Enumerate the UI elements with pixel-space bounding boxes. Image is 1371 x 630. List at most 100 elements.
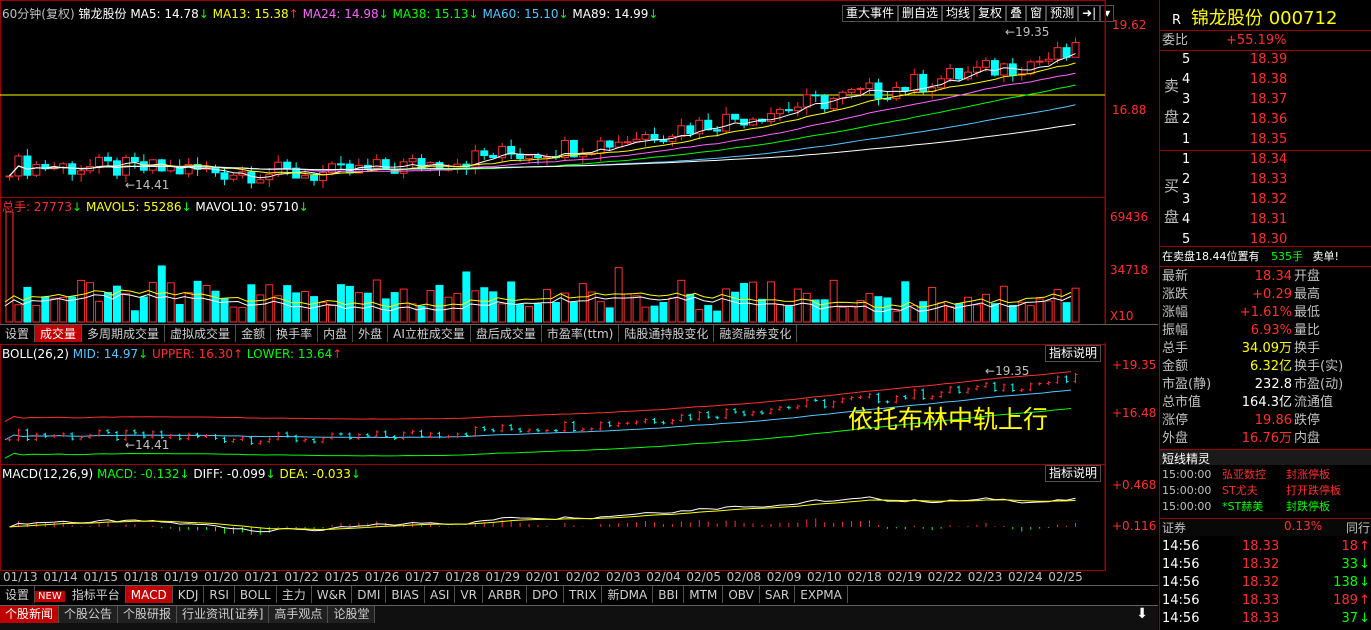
indicator-tab-12[interactable]: ARBR (483, 586, 528, 603)
indicator-tab-17[interactable]: MTM (684, 586, 724, 603)
volume-tab-3[interactable]: 虚拟成交量 (165, 325, 237, 342)
indicator-tab-13[interactable]: DPO (527, 586, 564, 603)
stat-label-2: 流通值 (1294, 395, 1334, 410)
sell-row[interactable]: 5 18.39 (1160, 51, 1370, 69)
sprite-title[interactable]: 短线精灵 (1162, 452, 1210, 466)
sector-extra[interactable]: 同行 (1346, 519, 1370, 536)
low-price-mark: ←14.41 (125, 178, 170, 192)
date-label: 02/19 (887, 570, 922, 584)
indicator-tab-7[interactable]: W&R (312, 586, 353, 603)
candle-body (68, 163, 77, 175)
indicator-tab-10[interactable]: ASI (425, 586, 456, 603)
news-tab-2[interactable]: 个股研报 (118, 606, 178, 623)
volume-bar (946, 306, 955, 323)
stat-value: 19.86 (1254, 413, 1292, 428)
candle-body (283, 161, 292, 169)
macd-label[interactable]: MACD(12,26,9) (2, 467, 93, 481)
volume-tab-4[interactable]: 金额 (236, 325, 272, 342)
volume-header: 总手: 27773↓ MAVOL5: 55286↓ MAVOL10: 95710… (2, 199, 309, 215)
indicator-tab-1[interactable]: 指标平台 (67, 586, 126, 603)
news-tab-1[interactable]: 个股公告 (59, 606, 119, 623)
candle-body (605, 140, 614, 148)
indicator-tab-3[interactable]: KDJ (173, 586, 205, 603)
position-alert: 在卖盘18.44位置有 535手 卖单! (1162, 248, 1339, 264)
down-arrow-icon: ↓ (1359, 557, 1370, 572)
sprite-row[interactable]: 15:00:00 弘亚数控 封涨停板 (1160, 467, 1370, 483)
buy-row[interactable]: 2 18.33 (1160, 171, 1370, 189)
volume-tab-1[interactable]: 成交量 (35, 325, 83, 342)
sell-row[interactable]: 3 18.37 (1160, 91, 1370, 109)
volume-tab-5[interactable]: 换手率 (271, 325, 319, 342)
candle-body (677, 125, 686, 137)
stat-value: +0.29 (1252, 287, 1292, 302)
indicator-tab-0[interactable]: 设置 (0, 586, 36, 603)
boll-indicator-help-button[interactable]: 指标说明 (1045, 345, 1102, 362)
volume-axis-unit: X10 (1110, 309, 1134, 323)
quote-panel: R 锦龙股份 000712 委比 +55.19% 卖 盘 5 18.39 4 18.3… (1159, 0, 1371, 630)
sprite-row[interactable]: 15:00:00 ST尤夫 打开跌停板 (1160, 483, 1370, 499)
indicator-tab-5[interactable]: BOLL (235, 586, 277, 603)
volume-bar (901, 281, 910, 323)
news-tab-5[interactable]: 论股堂 (328, 606, 376, 623)
volume-tab-9[interactable]: 盘后成交量 (471, 325, 542, 342)
news-tab-4[interactable]: 高手观点 (269, 606, 329, 623)
stat-label: 总手 (1162, 341, 1189, 356)
sell-row[interactable]: 2 18.36 (1160, 111, 1370, 129)
position-qty: 535手 (1271, 250, 1303, 263)
volume-bar (856, 299, 865, 323)
sell-row[interactable]: 4 18.38 (1160, 71, 1370, 89)
sprite-row[interactable]: 15:00:00 *ST赫美 封跌停板 (1160, 499, 1370, 515)
stat-label-2: 最高 (1294, 287, 1321, 302)
volume-tab-0[interactable]: 设置 (0, 325, 36, 342)
indicator-tab-4[interactable]: RSI (204, 586, 235, 603)
indicator-tab-6[interactable]: 主力 (277, 586, 312, 603)
news-tab-0[interactable]: 个股新闻 (0, 606, 60, 623)
news-tab-3[interactable]: 行业资讯[证券] (177, 606, 270, 623)
volume-bar (722, 288, 731, 323)
buy-row[interactable]: 4 18.31 (1160, 211, 1370, 229)
stat-row: 涨幅 +1.61% 最低 (1160, 304, 1370, 322)
volume-tab-8[interactable]: AI立桩成交量 (388, 325, 471, 342)
volume-bar (650, 305, 659, 323)
sell-level: 2 (1182, 112, 1191, 127)
sprite-event: 打开跌停板 (1286, 484, 1341, 497)
indicator-tab-15[interactable]: 新DMA (602, 586, 654, 603)
candle-body (59, 163, 68, 168)
indicator-tab-2[interactable]: MACD (125, 586, 173, 603)
indicator-tab-9[interactable]: BIAS (386, 586, 426, 603)
sell-level: 3 (1182, 92, 1191, 107)
volume-tab-12[interactable]: 融资融券变化 (714, 325, 798, 342)
candle-body (856, 88, 865, 91)
sell-level: 5 (1182, 52, 1191, 67)
indicator-tab-11[interactable]: VR (455, 586, 483, 603)
indicator-tab-18[interactable]: OBV (723, 586, 760, 603)
indicator-tab-8[interactable]: DMI (352, 586, 387, 603)
tick-row: 14:56 18.32 138 ↓ (1160, 574, 1370, 592)
volume-tab-6[interactable]: 内盘 (318, 325, 354, 342)
sell-row[interactable]: 1 18.35 (1160, 131, 1370, 149)
stat-label-2: 换手 (1294, 341, 1321, 356)
indicator-tab-19[interactable]: SAR (760, 586, 796, 603)
volume-total-label: 总手: 27773 (2, 200, 73, 214)
volume-tab-11[interactable]: 陆股通持股变化 (619, 325, 715, 342)
buy-row[interactable]: 3 18.32 (1160, 191, 1370, 209)
macd-indicator-help-button[interactable]: 指标说明 (1045, 465, 1102, 482)
position-text: 在卖盘18.44位置有 (1162, 250, 1260, 263)
down-arrow-icon: ↓ (179, 467, 190, 481)
volume-tab-2[interactable]: 多周期成交量 (82, 325, 166, 342)
candle-body (955, 68, 964, 80)
candle-body (247, 171, 256, 184)
volume-tab-10[interactable]: 市盈率(ttm) (542, 325, 620, 342)
indicator-tab-14[interactable]: TRIX (564, 586, 603, 603)
date-label: 01/19 (163, 570, 199, 584)
buy-row[interactable]: 1 18.34 (1160, 151, 1370, 169)
volume-bar (95, 300, 104, 323)
boll-label[interactable]: BOLL(26,2) (2, 347, 69, 361)
candle-body (793, 106, 802, 112)
volume-tab-7[interactable]: 外盘 (353, 325, 389, 342)
volume-bar (596, 301, 605, 323)
download-icon[interactable]: ⬇ (1136, 606, 1148, 622)
indicator-tab-20[interactable]: EXPMA (795, 586, 848, 603)
indicator-tab-16[interactable]: BBI (653, 586, 685, 603)
down-arrow-icon: ↓ (138, 347, 149, 361)
